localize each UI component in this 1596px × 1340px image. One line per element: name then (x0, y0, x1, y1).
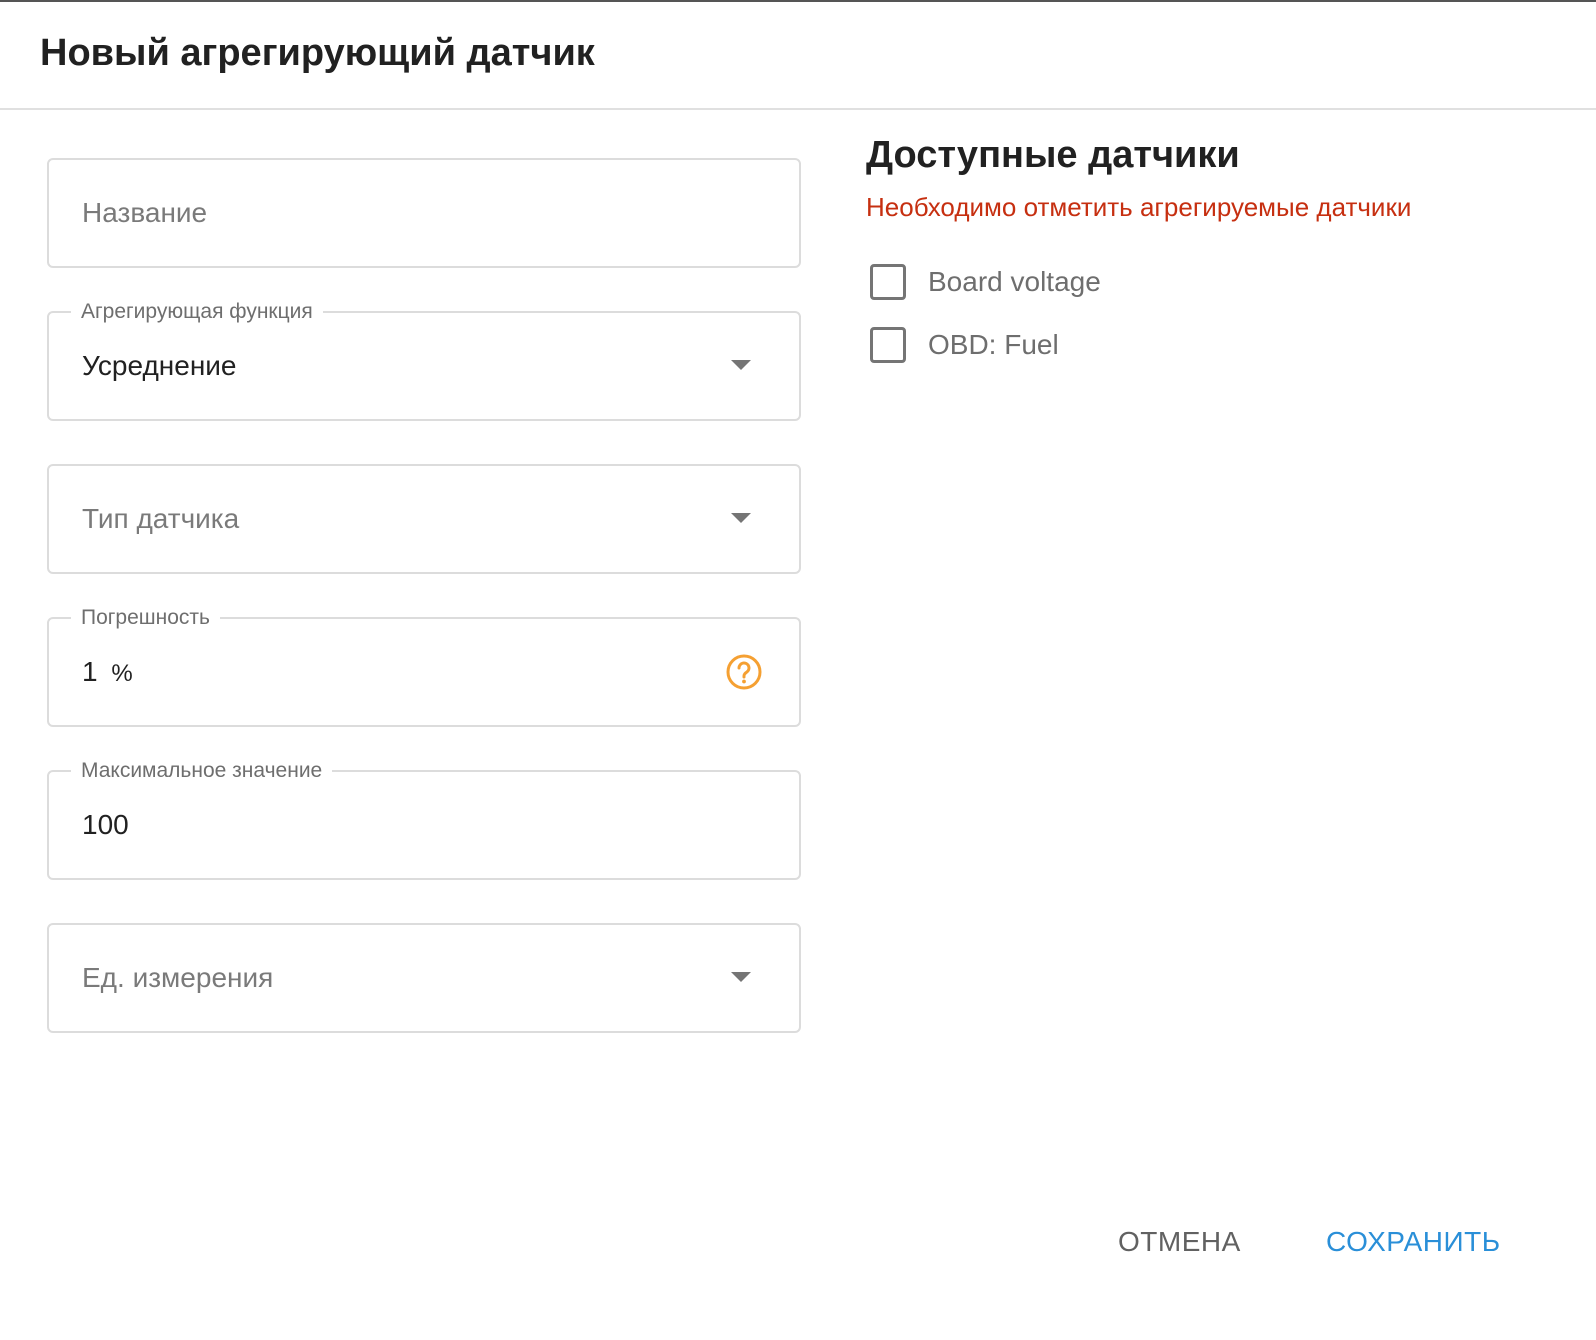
available-sensors-title: Доступные датчики (866, 134, 1240, 176)
help-circle-icon[interactable] (725, 653, 763, 691)
dialog-header: Новый агрегирующий датчик (0, 2, 1596, 110)
cancel-button[interactable]: ОТМЕНА (1118, 1218, 1241, 1266)
save-button[interactable]: СОХРАНИТЬ (1326, 1218, 1501, 1266)
aggregate-function-label: Агрегирующая функция (71, 299, 323, 325)
accuracy-unit: % (111, 660, 133, 687)
max-value-label: Максимальное значение (71, 758, 333, 784)
checkbox-label: OBD: Fuel (928, 329, 1059, 360)
sensor-checkbox-board-voltage[interactable]: Board voltage (870, 262, 1101, 302)
accuracy-value: 1 % (82, 653, 133, 693)
max-value-value: 100 (82, 809, 129, 840)
sensor-type-select[interactable]: Тип датчика (47, 464, 801, 574)
unit-select[interactable]: Ед. измерения (47, 923, 801, 1033)
chevron-down-icon[interactable] (731, 972, 751, 982)
accuracy-number: 1 (82, 656, 98, 687)
name-field[interactable]: Название (47, 158, 801, 268)
sensor-checkbox-obd-fuel[interactable]: OBD: Fuel (870, 325, 1059, 365)
chevron-down-icon[interactable] (731, 513, 751, 523)
accuracy-label: Погрешность (71, 605, 220, 631)
validation-error: Необходимо отметить агрегируемые датчики (866, 192, 1412, 222)
aggregate-function-value: Усреднение (82, 350, 237, 381)
chevron-down-icon[interactable] (731, 360, 751, 370)
unit-placeholder: Ед. измерения (82, 962, 274, 993)
checkbox[interactable] (870, 264, 906, 300)
checkbox-label: Board voltage (928, 266, 1101, 297)
sensor-type-placeholder: Тип датчика (82, 503, 240, 534)
checkbox[interactable] (870, 327, 906, 363)
accuracy-field[interactable]: Погрешность 1 % (47, 605, 801, 727)
aggregate-function-select[interactable]: Агрегирующая функция Усреднение (47, 299, 801, 421)
dialog-title: Новый агрегирующий датчик (40, 32, 595, 74)
aggregate-sensor-dialog: Новый агрегирующий датчик Название Агрег… (0, 0, 1596, 1340)
name-placeholder: Название (82, 197, 208, 228)
max-value-field[interactable]: Максимальное значение 100 (47, 758, 801, 880)
